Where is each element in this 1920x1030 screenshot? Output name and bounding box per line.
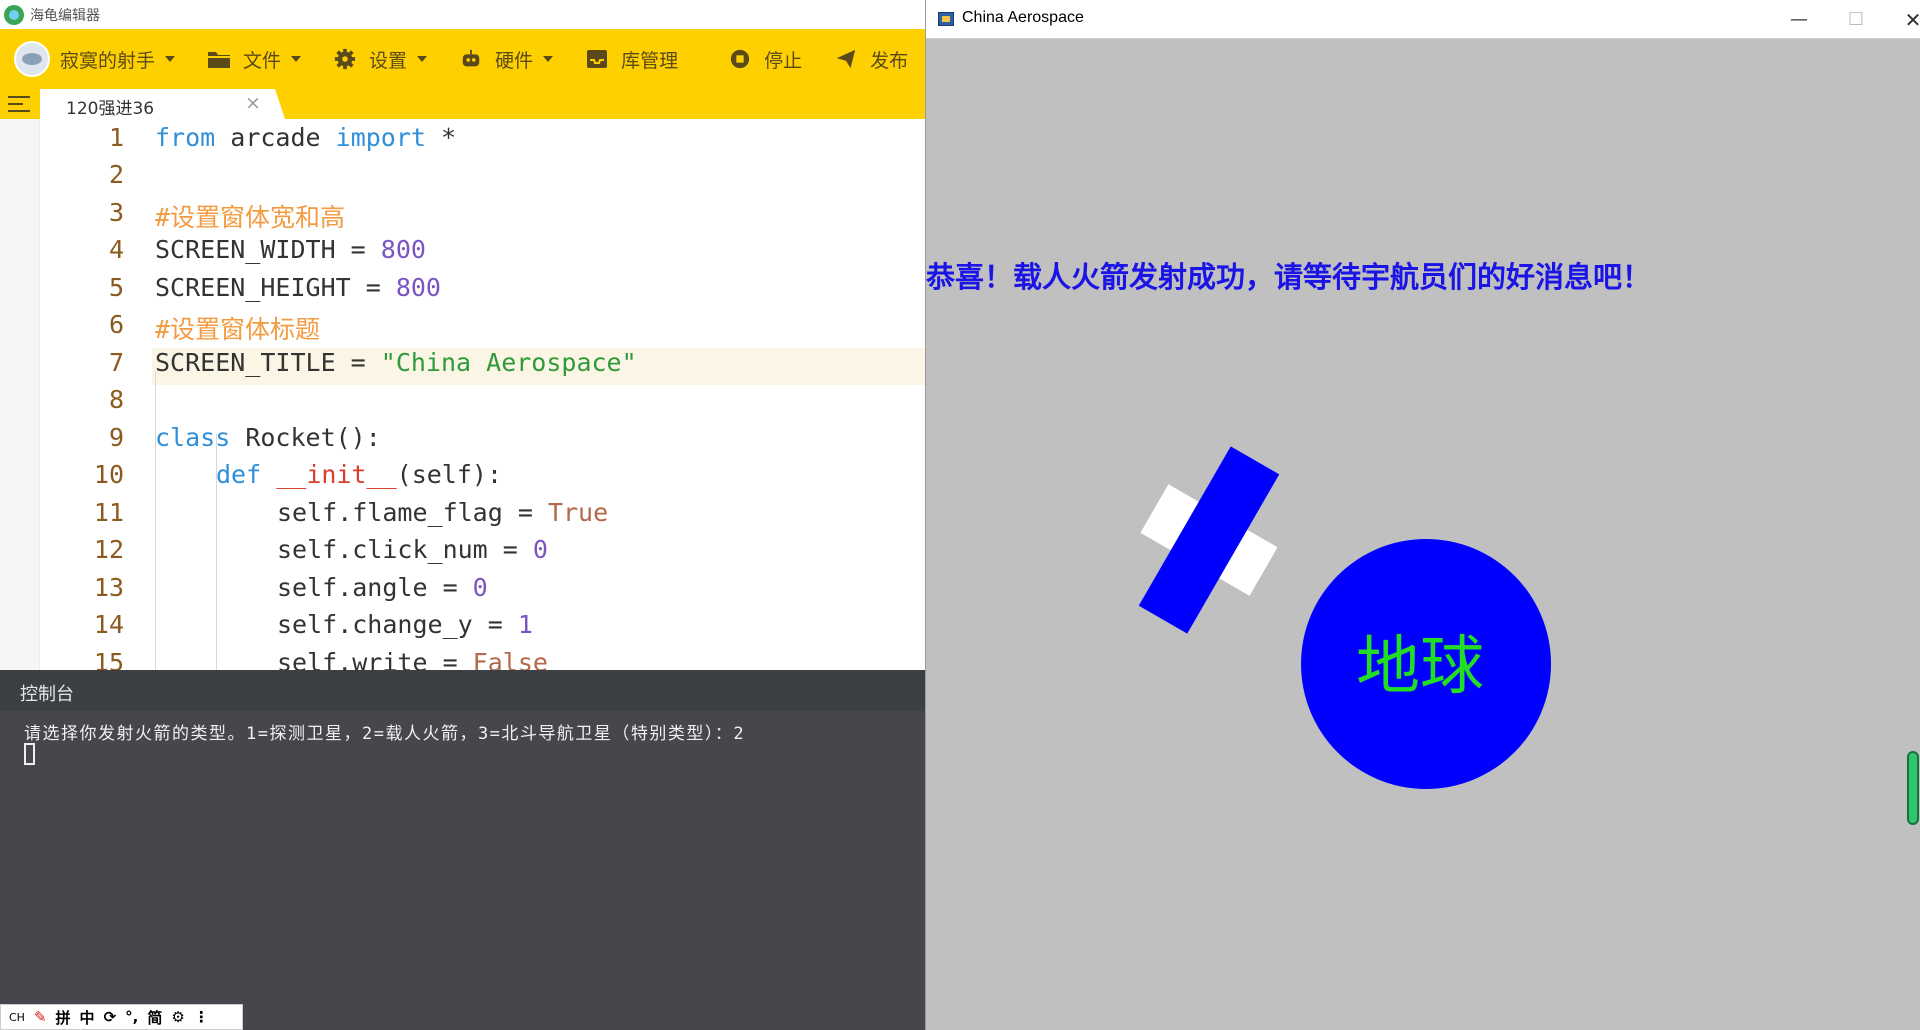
publish-label: 发布 xyxy=(870,49,909,72)
robot-icon xyxy=(462,49,480,67)
game-canvas[interactable]: 恭喜！载人火箭发射成功，请等待宇航员们的好消息吧！ 地球 xyxy=(926,40,1920,1030)
library-manage-label: 库管理 xyxy=(621,49,679,72)
user-menu[interactable]: 寂寞的射手 xyxy=(14,41,176,77)
line-number: 9 xyxy=(108,423,124,452)
code-line: SCREEN_TITLE = "China Aerospace" xyxy=(155,348,637,377)
user-name: 寂寞的射手 xyxy=(60,49,156,72)
side-strip xyxy=(0,119,40,670)
code-line: def __init__(self): xyxy=(216,460,502,489)
hardware-menu-button[interactable]: 硬件 xyxy=(459,46,554,73)
code-line: self.flame_flag = True xyxy=(277,498,609,527)
inbox-icon xyxy=(587,50,608,68)
settings-menu-label: 设置 xyxy=(369,49,408,72)
close-icon[interactable]: × xyxy=(245,92,261,114)
line-number: 15 xyxy=(93,648,124,670)
editor-titlebar: 海龟编辑器 xyxy=(0,0,925,29)
toolbar: 寂寞的射手 文件 设置 硬件 库管理 停止 发布 xyxy=(0,29,925,89)
rocket xyxy=(1138,446,1280,634)
tab-current-file[interactable]: 120强进36 × xyxy=(40,89,285,119)
file-menu-label: 文件 xyxy=(243,49,282,72)
code-line: self.click_num = 0 xyxy=(277,535,548,564)
code-line: self.write = False xyxy=(277,648,548,670)
code-line: self.change_y = 1 xyxy=(277,610,533,639)
gear-icon[interactable]: ⚙ xyxy=(171,1008,184,1026)
ime-pinyin[interactable]: 拼 xyxy=(56,1007,71,1028)
ime-logo-icon[interactable]: ✎ xyxy=(34,1008,47,1026)
game-window: China Aerospace — ☐ ✕ 恭喜！载人火箭发射成功，请等待宇航员… xyxy=(925,0,1920,1030)
line-number: 11 xyxy=(93,498,124,527)
code-line: from arcade import * xyxy=(155,123,457,152)
console-title: 控制台 xyxy=(20,684,74,705)
line-number: 10 xyxy=(93,460,124,489)
editor-window: 海龟编辑器 寂寞的射手 文件 设置 硬件 库管理 停止 发布 120强进36 ×… xyxy=(0,0,925,1030)
app-logo-icon xyxy=(4,4,24,25)
file-menu-button[interactable]: 文件 xyxy=(207,46,302,73)
gear-icon xyxy=(334,48,356,70)
chevron-down-icon xyxy=(417,56,428,62)
code-line: SCREEN_WIDTH = 800 xyxy=(155,235,426,264)
line-number: 3 xyxy=(108,198,124,227)
menu-icon[interactable] xyxy=(8,96,30,114)
chevron-down-icon xyxy=(291,56,302,62)
line-number: 6 xyxy=(108,310,124,339)
console-output: 请选择你发射火箭的类型。1=探测卫星，2=载人火箭，3=北斗导航卫星（特别类型）… xyxy=(24,724,746,744)
ime-simplified[interactable]: 简 xyxy=(147,1007,162,1028)
app-title: 海龟编辑器 xyxy=(30,7,100,24)
more-icon[interactable]: ⋮ xyxy=(194,1008,209,1026)
line-number: 14 xyxy=(93,610,124,639)
earth-label: 地球 xyxy=(1356,630,1484,704)
publish-button[interactable]: 发布 xyxy=(834,46,908,73)
line-number: 12 xyxy=(93,535,124,564)
code-line: SCREEN_HEIGHT = 800 xyxy=(155,273,441,302)
line-number: 1 xyxy=(108,123,124,152)
moon-icon[interactable]: ⟳ xyxy=(104,1008,117,1026)
console-header: 控制台 xyxy=(0,670,925,711)
code-line: #设置窗体宽和高 xyxy=(155,203,346,232)
stop-label: 停止 xyxy=(764,49,803,72)
minimize-button[interactable]: — xyxy=(1779,6,1819,34)
ime-lang[interactable]: CH xyxy=(9,1011,25,1024)
chevron-down-icon xyxy=(165,56,176,62)
code-editor[interactable]: 1 2 3 4 5 6 7 8 9 10 11 12 13 14 15 from… xyxy=(0,119,925,670)
line-number: 5 xyxy=(108,273,124,302)
line-number: 8 xyxy=(108,385,124,414)
avatar xyxy=(14,41,50,77)
game-titlebar: China Aerospace — ☐ ✕ xyxy=(926,0,1920,39)
close-button[interactable]: ✕ xyxy=(1893,6,1920,34)
chevron-down-icon xyxy=(543,56,554,62)
code-line: class Rocket(): xyxy=(155,423,381,452)
ime-mode[interactable]: 中 xyxy=(80,1007,95,1028)
settings-menu-button[interactable]: 设置 xyxy=(333,46,428,73)
console-cursor xyxy=(24,743,35,765)
library-manage-button[interactable]: 库管理 xyxy=(585,46,678,73)
line-number: 4 xyxy=(108,235,124,264)
ime-toolbar: CH ✎ 拼 中 ⟳ °, 简 ⚙ ⋮ xyxy=(0,1004,243,1030)
stop-icon xyxy=(730,49,750,69)
stop-button[interactable]: 停止 xyxy=(728,46,802,73)
paper-plane-icon xyxy=(836,49,856,69)
window-icon xyxy=(938,12,954,26)
scroll-indicator xyxy=(1907,751,1919,825)
ime-punct[interactable]: °, xyxy=(125,1008,138,1026)
tab-bar: 120强进36 × xyxy=(0,89,925,119)
tab-label: 120强进36 xyxy=(66,99,155,119)
hardware-menu-label: 硬件 xyxy=(495,49,534,72)
indent-guide xyxy=(155,372,156,670)
code-line: self.angle = 0 xyxy=(277,573,488,602)
line-number: 7 xyxy=(108,348,124,377)
code-line: #设置窗体标题 xyxy=(155,315,321,344)
line-number: 13 xyxy=(93,573,124,602)
maximize-button[interactable]: ☐ xyxy=(1836,6,1876,34)
line-number: 2 xyxy=(108,160,124,189)
window-title: China Aerospace xyxy=(962,9,1084,26)
scene: 地球 xyxy=(1138,446,1551,789)
folder-icon xyxy=(208,52,231,68)
console[interactable]: 请选择你发射火箭的类型。1=探测卫星，2=载人火箭，3=北斗导航卫星（特别类型）… xyxy=(0,711,925,1030)
